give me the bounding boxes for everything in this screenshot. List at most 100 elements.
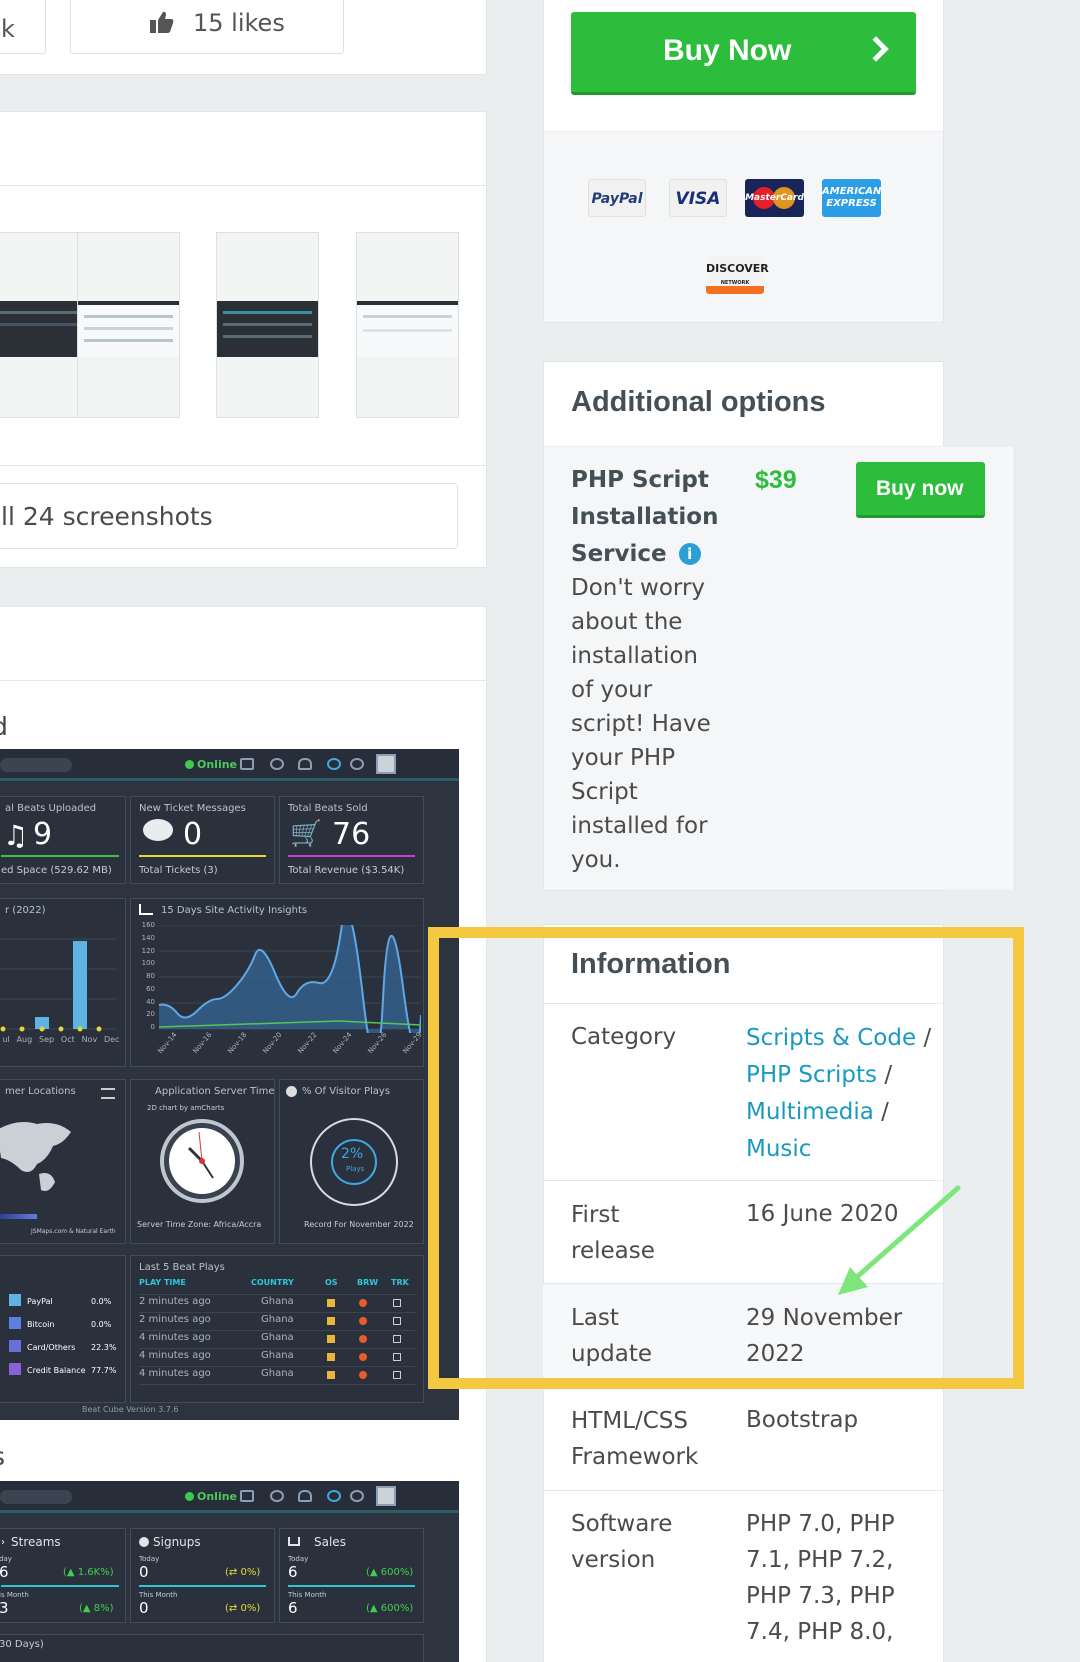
- month-label: Dec: [104, 1035, 120, 1044]
- x-tick: Nov-14: [156, 1030, 179, 1056]
- y-tick: 140: [141, 933, 155, 942]
- browser-icon: [359, 1335, 367, 1343]
- column-header: BRW: [357, 1278, 379, 1287]
- discover-sub: NETWORK: [720, 280, 750, 286]
- label-line: Software: [571, 1511, 673, 1537]
- browser-icon: [359, 1353, 367, 1361]
- month-label: ul: [2, 1035, 10, 1044]
- ticket-messages-title: New Ticket Messages: [139, 803, 246, 814]
- dashboard-topbar: Online: [0, 1481, 459, 1513]
- payment-item: PayPal 0.0%: [9, 1290, 121, 1313]
- visitor-plays-title: % Of Visitor Plays: [302, 1086, 391, 1097]
- server-time-subtitle: 2D chart by amCharts: [147, 1104, 225, 1112]
- payment-name: Card/Others: [27, 1343, 76, 1352]
- cut-left-button[interactable]: k: [0, 0, 46, 54]
- x-tick: Nov-22: [296, 1030, 319, 1056]
- last-beat-plays-panel: Last 5 Beat Plays PLAY TIME COUNTRY OS B…: [130, 1255, 424, 1403]
- label-line: HTML/CSS: [571, 1408, 689, 1434]
- sales-month-change: (▲ 600%): [366, 1603, 414, 1614]
- paypal-label: PayPal: [591, 191, 643, 207]
- streams-month-change: (▲ 8%): [79, 1603, 114, 1614]
- screenshot-thumb-3[interactable]: [216, 232, 319, 418]
- streams-panel: › Streams day 6 (▲ 1.6K%) is Month 3 (▲ …: [0, 1528, 126, 1623]
- value-line: PHP 7.3, PHP: [746, 1583, 895, 1609]
- thumbs-up-icon: [149, 9, 175, 41]
- beats-uploaded-value: 9: [33, 817, 53, 852]
- server-time-title: Application Server Time: [155, 1086, 275, 1097]
- country: Ghana: [261, 1332, 294, 1343]
- track-icon: [393, 1371, 401, 1379]
- user-avatar: [376, 754, 396, 774]
- visitor-plays-footer: Record For November 2022: [304, 1220, 414, 1229]
- month-label: Aug: [16, 1035, 33, 1044]
- pie-icon: [286, 1086, 297, 1097]
- y-tick: 0: [150, 1023, 155, 1031]
- desc-line: about the: [571, 609, 683, 635]
- ticket-messages-panel: New Ticket Messages 0 Total Tickets (3): [130, 796, 275, 884]
- mastercard-label: MasterCard: [745, 193, 804, 203]
- option-buy-now-button[interactable]: Buy now: [856, 462, 985, 518]
- likes-button[interactable]: 15 likes: [70, 0, 344, 54]
- amex-icon: AMERICAN EXPRESS: [822, 179, 881, 217]
- option-description: Don't worry about the installation of yo…: [571, 571, 711, 877]
- option-name-line: Service: [571, 541, 667, 567]
- desc-line: Don't worry: [571, 575, 706, 601]
- payment-pct: 77.7%: [91, 1366, 117, 1375]
- visa-label: VISA: [675, 189, 721, 209]
- highlight-box: [428, 927, 1024, 1389]
- view-all-screenshots-button[interactable]: ll 24 screenshots: [0, 483, 458, 549]
- y-tick: 80: [146, 972, 155, 980]
- option-name-line: PHP Script: [571, 467, 709, 493]
- bell-icon: [298, 758, 312, 770]
- sales-panel: Sales Today 6 (▲ 600%) This Month 6 (▲ 6…: [279, 1528, 424, 1623]
- screenshot-thumb-2[interactable]: [77, 232, 180, 418]
- beats-sold-value: 76: [332, 817, 371, 852]
- help-icon: [327, 758, 341, 770]
- column-header: PLAY TIME: [139, 1278, 186, 1287]
- x-tick: Nov-18: [226, 1030, 249, 1056]
- signups-today-label: Today: [139, 1555, 160, 1563]
- column-header: TRK: [391, 1278, 409, 1287]
- streams-today-label: day: [0, 1555, 12, 1563]
- visitor-plays-value: 2%: [341, 1146, 364, 1162]
- info-icon: [350, 1490, 364, 1502]
- os-icon: [327, 1353, 335, 1361]
- site-activity-chart: [159, 925, 421, 1033]
- payment-methods-panel: PayPal 0.0% Bitcoin 0.0% Card/Others 22.3% …: [0, 1255, 126, 1403]
- screenshot-thumb-4[interactable]: [356, 232, 459, 418]
- payment-pct: 22.3%: [91, 1343, 117, 1352]
- signups-today-change: (⇄ 0%): [225, 1567, 261, 1578]
- signups-month-value: 0: [139, 1599, 149, 1617]
- description-fragment-1: d: [0, 712, 8, 741]
- info-icon[interactable]: i: [678, 543, 701, 565]
- streams-title: Streams: [11, 1535, 61, 1549]
- table-row: 2 minutes ago Ghana: [139, 1314, 417, 1331]
- bell-icon: [298, 1490, 312, 1502]
- beats-uploaded-sub: ed Space (529.62 MB): [1, 865, 112, 876]
- additional-options-title: Additional options: [571, 386, 826, 418]
- amex-label-1: AMERICAN: [822, 186, 882, 197]
- desc-line: installation: [571, 643, 698, 669]
- streams-today-change: (▲ 1.6K%): [63, 1567, 114, 1578]
- buy-now-button[interactable]: Buy Now: [571, 12, 916, 95]
- option-buy-now-label: Buy now: [876, 477, 964, 500]
- payment-name: PayPal: [27, 1297, 53, 1306]
- country: Ghana: [261, 1368, 294, 1379]
- yearly-bar-chart: [0, 938, 117, 1032]
- country: Ghana: [261, 1296, 294, 1307]
- os-icon: [327, 1317, 335, 1325]
- last-beat-plays-title: Last 5 Beat Plays: [139, 1262, 225, 1273]
- yearly-bar-panel: r (2022) ul Aug Sep Oct Nov Dec: [0, 898, 126, 1067]
- cart-icon: 🛒: [290, 819, 323, 849]
- x-tick: Nov-16: [191, 1030, 214, 1056]
- browser-icon: [359, 1299, 367, 1307]
- y-tick: 20: [146, 1010, 155, 1019]
- yearly-months: ul Aug Sep Oct Nov Dec: [0, 1035, 123, 1044]
- discover-icon: DISCOVER NETWORK: [706, 256, 769, 294]
- payment-name: Bitcoin: [27, 1320, 55, 1329]
- month-label: Oct: [60, 1035, 75, 1044]
- chat-bubbles-icon: [143, 819, 173, 841]
- beats-sold-sub: Total Revenue ($3.54K): [288, 865, 405, 876]
- likes-count: 15 likes: [193, 9, 285, 37]
- streams-month-label: is Month: [0, 1591, 29, 1599]
